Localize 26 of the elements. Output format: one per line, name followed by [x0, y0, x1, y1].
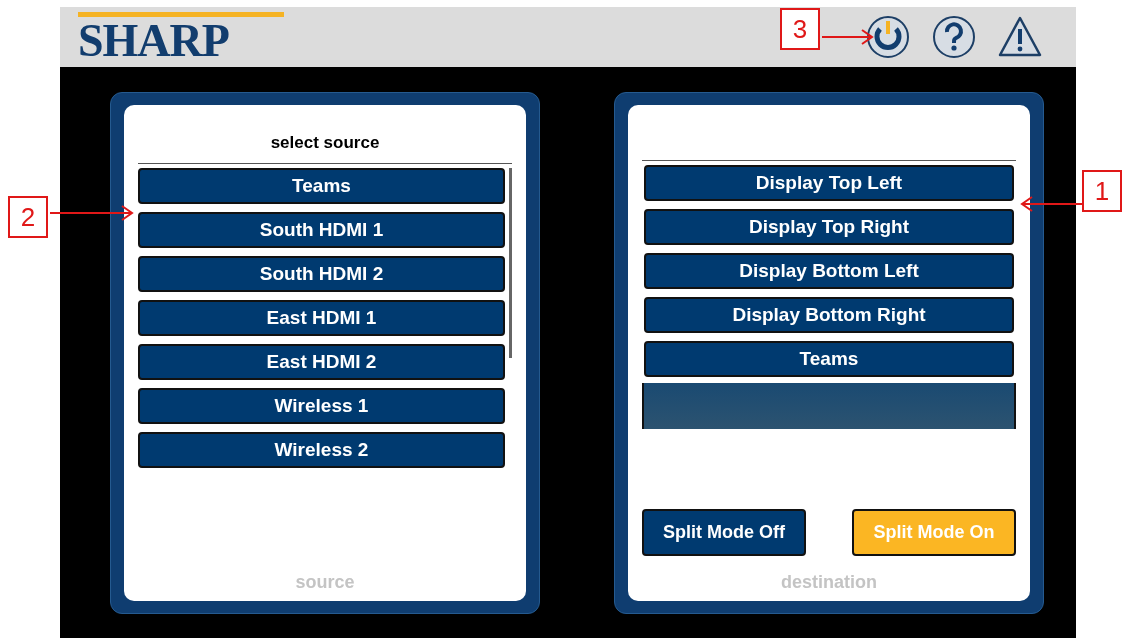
help-icon[interactable] — [932, 15, 976, 59]
callout-number: 3 — [780, 8, 820, 50]
list-item[interactable]: Teams — [644, 341, 1014, 377]
list-item[interactable]: South HDMI 2 — [138, 256, 505, 292]
panel-title: select source — [270, 133, 380, 154]
list-item[interactable]: Display Bottom Left — [644, 253, 1014, 289]
callout-arrow — [822, 29, 874, 45]
callout-arrow — [1020, 196, 1082, 212]
scrollbar[interactable] — [509, 168, 512, 358]
list-item[interactable]: South HDMI 1 — [138, 212, 505, 248]
power-icon[interactable] — [866, 15, 910, 59]
callout-number: 2 — [8, 196, 48, 238]
panel-label: destination — [781, 572, 877, 593]
list-item[interactable]: East HDMI 1 — [138, 300, 505, 336]
panel-label: source — [295, 572, 355, 593]
logo: SHARP — [78, 18, 230, 63]
list-item[interactable]: Teams — [138, 168, 505, 204]
list-item[interactable]: East HDMI 2 — [138, 344, 505, 380]
warning-icon[interactable] — [998, 15, 1042, 59]
split-mode-button[interactable]: Split Mode Off — [642, 509, 806, 556]
list-item[interactable]: Wireless 2 — [138, 432, 505, 468]
list-item[interactable]: Display Top Left — [644, 165, 1014, 201]
list-item[interactable]: Display Top Right — [644, 209, 1014, 245]
list-item[interactable]: Display Bottom Right — [644, 297, 1014, 333]
callout-number: 1 — [1082, 170, 1122, 212]
list-item[interactable]: Wireless 1 — [138, 388, 505, 424]
